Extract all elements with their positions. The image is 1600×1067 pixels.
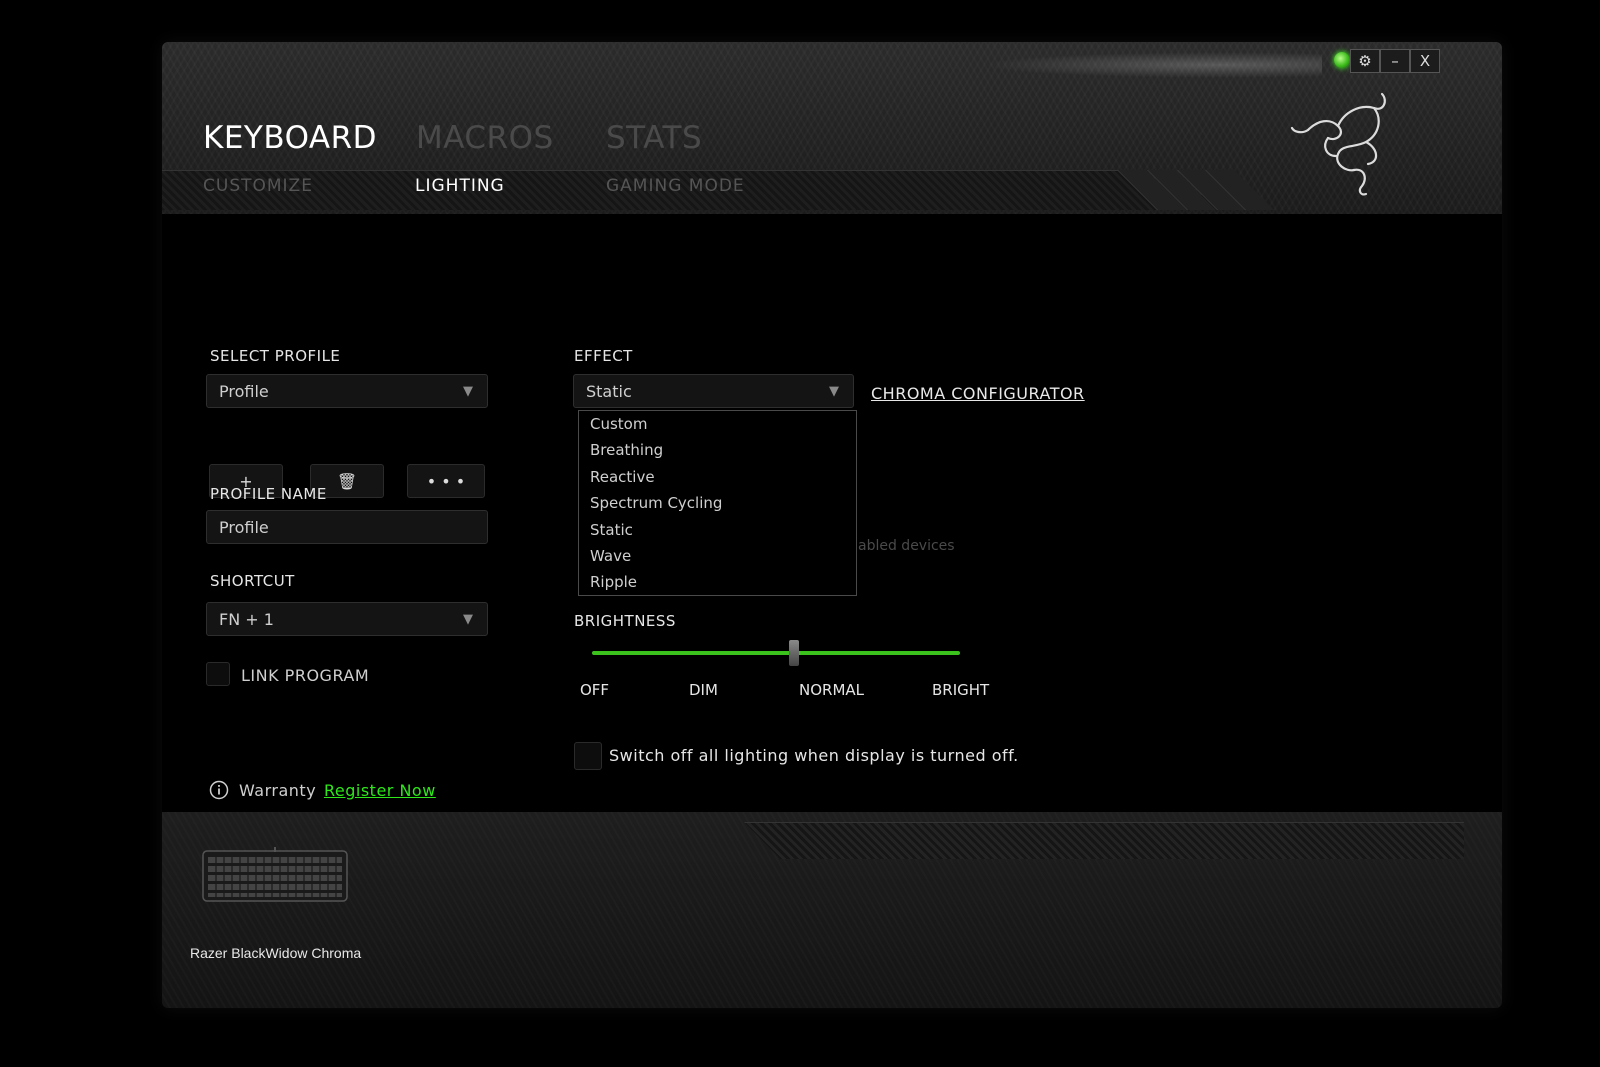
brightness-slider-handle[interactable] xyxy=(789,640,800,666)
link-program-checkbox[interactable] xyxy=(206,662,230,686)
effect-dropdown-menu: Custom Breathing Reactive Spectrum Cycli… xyxy=(578,410,857,596)
obscured-devices-text: abled devices xyxy=(858,538,955,554)
close-button[interactable]: X xyxy=(1410,49,1440,73)
display-off-label: Switch off all lighting when display is … xyxy=(609,746,1019,765)
effect-label: EFFECT xyxy=(574,347,633,365)
trash-icon: 🗑 xyxy=(336,472,358,491)
display-off-checkbox[interactable] xyxy=(574,742,602,770)
chevron-down-icon: ▼ xyxy=(463,612,473,627)
header-glow xyxy=(982,52,1322,78)
brightness-tick-normal: NORMAL xyxy=(799,681,865,699)
tab-customize[interactable]: CUSTOMIZE xyxy=(203,176,313,196)
minimize-button[interactable]: – xyxy=(1380,49,1410,73)
effect-option-custom[interactable]: Custom xyxy=(579,411,856,437)
brightness-slider-track[interactable] xyxy=(592,651,960,655)
profile-select[interactable]: Profile ▼ xyxy=(206,374,488,408)
effect-option-spectrum-cycling[interactable]: Spectrum Cycling xyxy=(579,490,856,516)
effect-option-ripple[interactable]: Ripple xyxy=(579,569,856,595)
effect-option-breathing[interactable]: Breathing xyxy=(579,437,856,463)
info-icon xyxy=(209,780,229,800)
link-program-label: LINK PROGRAM xyxy=(241,666,370,685)
warranty-label: Warranty xyxy=(239,781,317,800)
shortcut-select-value: FN + 1 xyxy=(219,610,274,629)
footer-band xyxy=(744,822,1464,859)
keyboard-device-icon[interactable] xyxy=(202,847,348,903)
shortcut-select[interactable]: FN + 1 ▼ xyxy=(206,602,488,636)
tab-gaming-mode[interactable]: GAMING MODE xyxy=(606,176,745,196)
profile-more-button[interactable]: • • • xyxy=(407,464,485,498)
effect-option-wave[interactable]: Wave xyxy=(579,543,856,569)
chevron-down-icon: ▼ xyxy=(829,384,839,399)
chevron-down-icon: ▼ xyxy=(463,384,473,399)
brightness-tick-dim: DIM xyxy=(689,681,718,699)
brightness-tick-bright: BRIGHT xyxy=(932,681,990,699)
tab-stats[interactable]: STATS xyxy=(606,120,702,156)
effect-select[interactable]: Static ▼ xyxy=(573,374,854,408)
register-now-link[interactable]: Register Now xyxy=(324,781,436,800)
tab-keyboard[interactable]: KEYBOARD xyxy=(203,120,377,156)
profile-name-input[interactable]: Profile xyxy=(206,510,488,544)
brightness-label: BRIGHTNESS xyxy=(574,612,676,630)
tab-lighting[interactable]: LIGHTING xyxy=(415,176,505,196)
effect-select-value: Static xyxy=(586,382,632,401)
profile-select-value: Profile xyxy=(219,382,269,401)
effect-option-static[interactable]: Static xyxy=(579,517,856,543)
shortcut-label: SHORTCUT xyxy=(210,572,295,590)
brightness-tick-off: OFF xyxy=(580,681,610,699)
settings-button[interactable]: ⚙ xyxy=(1350,49,1380,73)
gear-icon: ⚙ xyxy=(1358,52,1372,70)
profile-name-value: Profile xyxy=(219,518,269,537)
status-led-icon xyxy=(1334,52,1350,68)
select-profile-label: SELECT PROFILE xyxy=(210,347,341,365)
chroma-configurator-link[interactable]: CHROMA CONFIGURATOR xyxy=(871,384,1085,403)
tab-macros[interactable]: MACROS xyxy=(416,120,554,156)
effect-option-reactive[interactable]: Reactive xyxy=(579,464,856,490)
razer-snake-logo-icon xyxy=(1290,92,1386,196)
synapse-window: ⚙ – X KEYBOARD MACROS STATS CUSTOMIZE LI… xyxy=(162,42,1502,1008)
profile-name-label: PROFILE NAME xyxy=(210,485,327,503)
device-name: Razer BlackWidow Chroma xyxy=(190,945,362,961)
